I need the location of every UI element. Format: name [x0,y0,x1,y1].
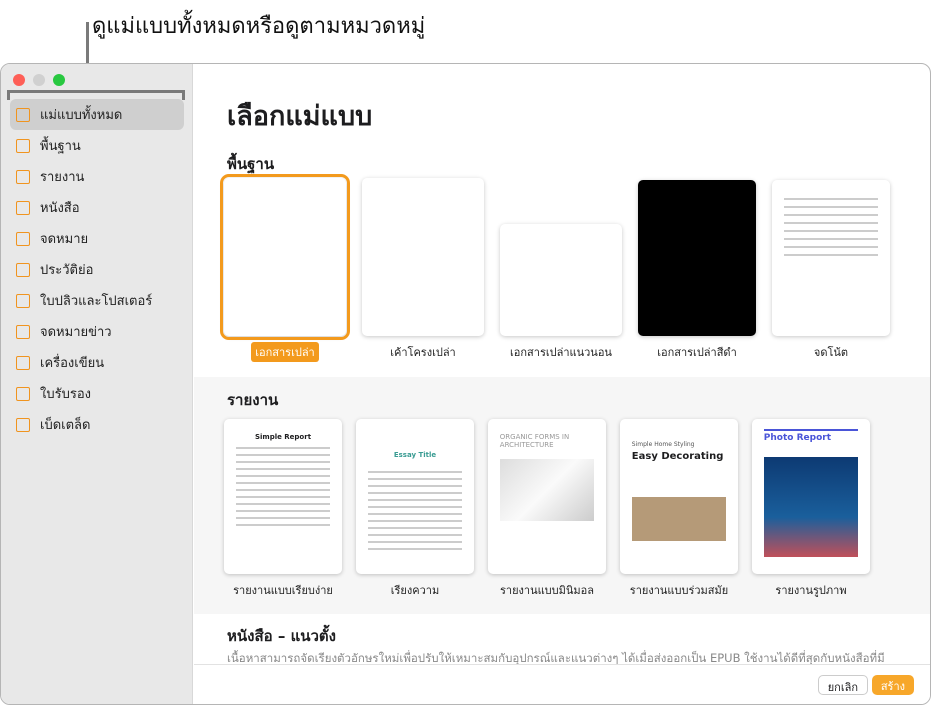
letter-icon [16,231,30,246]
template-tile[interactable]: Simple Report รายงานแบบเรียบง่าย [224,419,342,600]
template-tile[interactable]: เอกสารเปล่าแนวนอน [500,224,622,362]
template-thumbnail[interactable] [220,174,350,340]
template-thumbnail[interactable] [362,178,484,336]
sidebar-item[interactable]: ใบปลิวและโปสเตอร์ [10,285,184,316]
sidebar-item-label: ใบรับรอง [40,387,91,402]
thumbnail-title: Essay Title [393,451,437,459]
template-tile[interactable]: เค้าโครงเปล่า [362,178,484,362]
cancel-button[interactable]: ยกเลิก [817,675,868,695]
template-gallery: เลือกแม่แบบ พื้นฐาน เอกสารเปล่า เค้าโครงเ… [194,64,930,704]
page-title: เลือกแม่แบบ [227,101,373,132]
template-tile[interactable]: เอกสารเปล่า [220,174,350,362]
resume-icon [16,262,30,277]
section-title-reports: รายงาน [227,391,279,409]
sidebar: แม่แบบทั้งหมดพื้นฐานรายงานหนังสือจดหมายป… [1,64,193,704]
template-tile[interactable]: จดโน้ต [772,180,890,362]
create-button[interactable]: สร้าง [871,675,914,695]
template-label: จดโน้ต [813,346,849,359]
section-title-basic: พื้นฐาน [227,155,275,173]
zoom-button[interactable] [53,74,65,86]
sidebar-item-label: รายงาน [40,170,85,185]
template-thumbnail[interactable] [500,224,622,336]
thumbnail-subtitle: Simple Home Styling [631,441,695,448]
document-icon [16,138,30,153]
book-icon [16,200,30,215]
newsletter-icon [16,324,30,339]
template-label: รายงานแบบร่วมสมัย [629,584,729,597]
template-chooser-window: แม่แบบทั้งหมด พื้นฐาน รายงาน หนังสือ จดหมายป… [0,63,931,705]
sidebar-item[interactable]: เบ็ดเตล็ด [10,409,184,440]
template-thumbnail[interactable]: Essay Title [356,419,474,574]
poster-icon [16,293,30,308]
sidebar-item[interactable]: จดหมายข่าว [10,316,184,347]
template-thumbnail[interactable] [772,180,890,336]
ribbon-icon [16,386,30,401]
close-button[interactable] [13,74,25,86]
thumbnail-title: Photo Report [763,433,832,443]
thumbnail-title: ORGANIC FORMS IN ARCHITECTURE [499,433,570,449]
template-thumbnail[interactable]: ORGANIC FORMS IN ARCHITECTURE [488,419,606,574]
section-title-books: หนังสือ – แนวตั้ง [227,627,336,645]
template-label: เรียงความ [390,584,440,597]
template-tile[interactable]: Photo Report รายงานรูปภาพ [752,419,870,600]
stamp-icon [16,355,30,370]
sidebar-item-label: พื้นฐาน [40,139,81,154]
sidebar-item[interactable]: หนังสือ [10,192,184,223]
sidebar-item[interactable]: รายงาน [10,161,184,192]
sidebar-item-label: เครื่องเขียน [40,356,105,371]
template-tile[interactable]: เอกสารเปล่าสีดำ [638,180,756,362]
sidebar-item-label: เบ็ดเตล็ด [40,418,91,433]
minimize-button[interactable] [33,74,45,86]
sidebar-item[interactable]: ประวัติย่อ [10,254,184,285]
sidebar-item[interactable]: พื้นฐาน [10,130,184,161]
template-label: รายงานแบบเรียบง่าย [233,584,333,597]
template-thumbnail[interactable]: Photo Report [752,419,870,574]
template-label: รายงานแบบมินิมอล [499,584,595,597]
template-thumbnail[interactable]: Simple Report [224,419,342,574]
sidebar-item-label: หนังสือ [40,201,80,216]
grid-icon [16,107,30,122]
template-tile[interactable]: Easy Decorating Simple Home Styling รายงาน… [620,419,738,600]
thumbnail-title: Simple Report [254,433,312,441]
footer: ยกเลิก สร้าง [194,664,930,704]
sidebar-item[interactable]: แม่แบบทั้งหมด [10,99,184,130]
sidebar-item-label: จดหมายข่าว [40,325,112,340]
sidebar-item-label: ใบปลิวและโปสเตอร์ [40,294,153,309]
archive-icon [16,417,30,432]
sidebar-item[interactable]: เครื่องเขียน [10,347,184,378]
callout-bracket [7,90,185,100]
thumbnail-title: Easy Decorating [631,451,724,462]
template-label: เอกสารเปล่าสีดำ [657,346,737,359]
callout-text: ดูแม่แบบทั้งหมดหรือดูตามหมวดหมู่ [92,14,426,39]
template-label: รายงานรูปภาพ [775,584,847,597]
template-thumbnail[interactable]: Easy Decorating Simple Home Styling [620,419,738,574]
sidebar-item[interactable]: ใบรับรอง [10,378,184,409]
sidebar-item-label: แม่แบบทั้งหมด [40,108,123,123]
sidebar-item-label: ประวัติย่อ [40,263,94,278]
sidebar-item-label: จดหมาย [40,232,89,247]
template-tile[interactable]: ORGANIC FORMS IN ARCHITECTURE รายงานแบบมิ… [488,419,606,600]
template-tile[interactable]: Essay Title เรียงความ [356,419,474,600]
template-label: เอกสารเปล่าแนวนอน [510,346,612,359]
template-label: เอกสารเปล่า [251,342,319,362]
template-thumbnail[interactable] [638,180,756,336]
graduation-cap-icon [16,169,30,184]
sidebar-item[interactable]: จดหมาย [10,223,184,254]
template-label: เค้าโครงเปล่า [390,346,456,359]
